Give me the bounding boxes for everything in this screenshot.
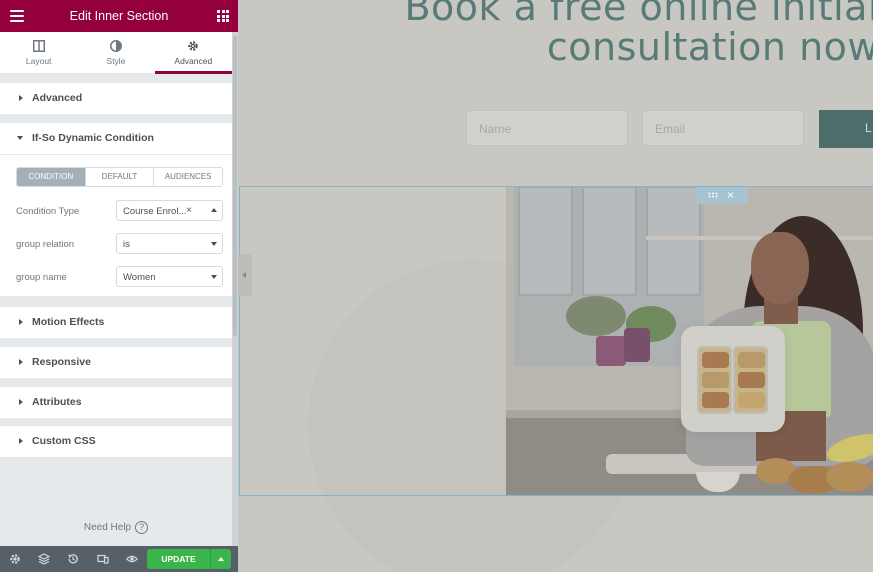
group-relation-select[interactable]: is bbox=[116, 233, 223, 254]
section-attributes-label: Attributes bbox=[32, 396, 82, 408]
caret-right-icon bbox=[19, 319, 23, 325]
update-options-button[interactable] bbox=[210, 549, 231, 569]
submit-button[interactable]: L bbox=[819, 110, 873, 148]
condition-segment-control: Condition Default Audiences bbox=[16, 167, 223, 187]
section-responsive-label: Responsive bbox=[32, 356, 91, 368]
chevron-left-icon bbox=[242, 272, 246, 278]
inner-section-outline[interactable] bbox=[239, 186, 873, 496]
caret-right-icon bbox=[19, 399, 23, 405]
section-ifso-label: If-So Dynamic Condition bbox=[32, 132, 154, 144]
update-button[interactable]: UPDATE bbox=[147, 549, 210, 569]
condition-type-select[interactable]: Course Enrol... × bbox=[116, 200, 223, 221]
preview-eye-icon[interactable] bbox=[126, 553, 138, 565]
caret-right-icon bbox=[19, 95, 23, 101]
style-icon bbox=[110, 40, 122, 52]
section-ifso[interactable]: If-So Dynamic Condition bbox=[0, 123, 232, 154]
clear-icon[interactable]: × bbox=[186, 205, 192, 216]
section-advanced[interactable]: Advanced bbox=[0, 83, 232, 114]
need-help-link[interactable]: Need Help? bbox=[0, 521, 232, 534]
help-icon: ? bbox=[135, 521, 149, 534]
layout-icon bbox=[32, 40, 45, 52]
caret-right-icon bbox=[19, 359, 23, 365]
panel-tabs: Layout Style Advanced bbox=[0, 32, 232, 74]
tab-layout-label: Layout bbox=[25, 56, 52, 66]
caret-right-icon bbox=[19, 438, 23, 444]
tab-advanced-label: Advanced bbox=[174, 56, 213, 66]
section-custom-css-label: Custom CSS bbox=[32, 435, 96, 447]
panel-controls: Advanced If-So Dynamic Condition Conditi… bbox=[0, 74, 232, 550]
need-help-label: Need Help bbox=[83, 522, 132, 534]
group-relation-value: is bbox=[123, 239, 130, 250]
section-attributes[interactable]: Attributes bbox=[0, 387, 232, 418]
name-input[interactable]: Name bbox=[466, 110, 628, 146]
editor-panel: Edit Inner Section Layout Style Advanced… bbox=[0, 0, 238, 572]
panel-footer: UPDATE bbox=[0, 546, 238, 572]
chevron-up-icon bbox=[218, 557, 224, 561]
navigator-layers-icon[interactable] bbox=[38, 553, 50, 565]
condition-type-label: Condition Type bbox=[16, 206, 80, 217]
close-icon[interactable]: × bbox=[727, 188, 734, 202]
headline-line-1: Book a free online initial bbox=[404, 0, 873, 29]
group-name-value: Women bbox=[123, 272, 156, 283]
caret-down-icon bbox=[17, 136, 23, 140]
segment-audiences[interactable]: Audiences bbox=[153, 168, 222, 186]
email-input[interactable]: Email bbox=[642, 110, 804, 146]
responsive-mode-icon[interactable] bbox=[97, 553, 109, 565]
segment-default[interactable]: Default bbox=[84, 168, 154, 186]
chevron-up-icon bbox=[211, 208, 217, 212]
scrollbar-thumb[interactable] bbox=[233, 36, 237, 336]
section-motion-label: Motion Effects bbox=[32, 316, 105, 328]
headline-line-2: consultation now bbox=[546, 25, 873, 69]
section-handle[interactable]: × bbox=[696, 187, 748, 204]
chevron-down-icon bbox=[211, 275, 217, 279]
preview-canvas: Book a free online initial consultation … bbox=[238, 0, 873, 572]
tab-style-label: Style bbox=[106, 56, 126, 66]
ifso-controls: Condition Default Audiences Condition Ty… bbox=[0, 154, 232, 296]
segment-condition[interactable]: Condition bbox=[17, 168, 85, 186]
tab-advanced[interactable]: Advanced bbox=[154, 32, 232, 74]
group-name-select[interactable]: Women bbox=[116, 266, 223, 287]
section-motion-effects[interactable]: Motion Effects bbox=[0, 307, 232, 338]
widgets-grid-icon[interactable] bbox=[217, 10, 229, 22]
group-relation-label: group relation bbox=[16, 239, 75, 250]
panel-title: Edit Inner Section bbox=[69, 9, 169, 23]
tab-layout[interactable]: Layout bbox=[0, 32, 78, 74]
drag-handle-icon[interactable] bbox=[708, 192, 718, 198]
section-advanced-label: Advanced bbox=[32, 92, 83, 104]
chevron-down-icon bbox=[211, 242, 217, 246]
section-custom-css[interactable]: Custom CSS bbox=[0, 426, 232, 457]
group-name-label: group name bbox=[16, 272, 67, 283]
collapse-panel-handle[interactable] bbox=[238, 254, 252, 296]
section-responsive[interactable]: Responsive bbox=[0, 347, 232, 378]
tab-style[interactable]: Style bbox=[77, 32, 155, 74]
settings-icon[interactable] bbox=[9, 553, 21, 565]
condition-type-value: Course Enrol... bbox=[123, 206, 187, 217]
panel-header: Edit Inner Section bbox=[0, 0, 238, 32]
gear-icon bbox=[188, 41, 199, 51]
history-icon[interactable] bbox=[67, 553, 79, 565]
